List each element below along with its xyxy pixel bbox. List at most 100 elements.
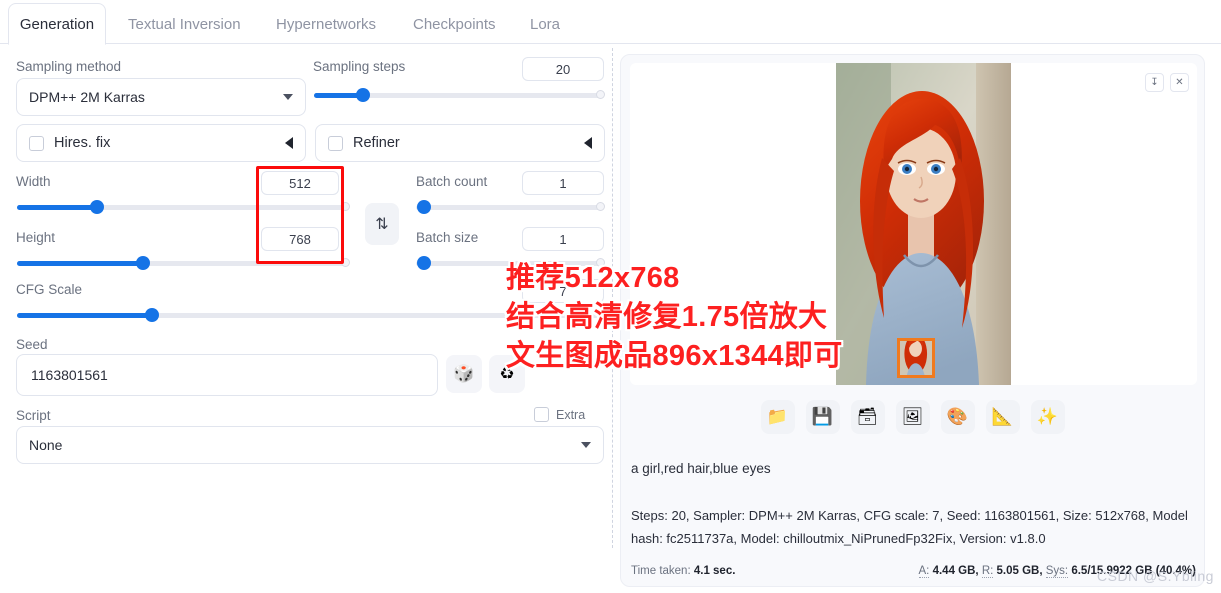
prompt-output-text: a girl,red hair,blue eyes <box>631 461 771 476</box>
send-to-extras-button[interactable]: 📐 <box>985 400 1020 434</box>
tab-bar: Generation Textual Inversion Hypernetwor… <box>0 0 1221 45</box>
slider-thumb[interactable] <box>416 200 431 214</box>
refiner-checkbox[interactable] <box>328 135 343 151</box>
extra-checkbox[interactable] <box>534 407 549 422</box>
hires-fix-checkbox[interactable] <box>29 135 44 151</box>
tab-label: Textual Inversion <box>128 15 241 33</box>
refiner-label: Refiner <box>353 135 400 151</box>
slider-fill <box>17 261 144 266</box>
slider-thumb[interactable] <box>416 256 431 270</box>
seed-label: Seed <box>16 337 48 352</box>
random-seed-button[interactable]: 🎲 <box>446 355 482 393</box>
tab-lora[interactable]: Lora <box>516 4 574 44</box>
triangle-left-icon <box>285 137 293 149</box>
output-toolbar: 📁 💾 🗃 🖼 🎨 📐 ✨ <box>621 400 1204 434</box>
height-slider[interactable] <box>17 256 350 270</box>
stable-diffusion-webui: Generation Textual Inversion Hypernetwor… <box>0 0 1221 593</box>
slider-fill <box>17 313 152 318</box>
refiner-accordion[interactable]: Refiner <box>315 124 605 162</box>
dice-icon: 🎲 <box>453 364 475 383</box>
gallery-thumbnail[interactable] <box>897 338 935 378</box>
annotation-line-3: 文生图成品896x1344即可 <box>506 340 843 372</box>
script-select[interactable]: None <box>16 426 604 464</box>
slider-thumb[interactable] <box>356 88 371 102</box>
card-file-box-icon: 🗃 <box>856 407 879 426</box>
send-to-img2img-button[interactable]: 🖼 <box>895 400 930 434</box>
slider-end-cap <box>341 202 350 211</box>
extra-label: Extra <box>556 407 586 422</box>
slider-thumb[interactable] <box>89 200 104 214</box>
artist-palette-icon: 🎨 <box>946 407 969 426</box>
framed-picture-icon: 🖼 <box>901 407 924 426</box>
seed-value: 1163801561 <box>31 367 108 383</box>
generation-info-text: Steps: 20, Sampler: DPM++ 2M Karras, CFG… <box>631 508 1188 546</box>
download-icon: ↧ <box>1150 77 1159 88</box>
chevron-down-icon <box>581 442 591 448</box>
width-slider[interactable] <box>17 200 350 214</box>
script-label: Script <box>16 408 51 423</box>
image-action-buttons: ↧ ✕ <box>1145 73 1189 92</box>
tab-textual-inversion[interactable]: Textual Inversion <box>114 4 255 44</box>
save-zip-button[interactable]: 🗃 <box>850 400 885 434</box>
generated-image-render <box>836 63 1011 385</box>
annotation-line-2: 结合高清修复1.75倍放大 <box>506 301 828 333</box>
floppy-disk-icon: 💾 <box>811 407 834 426</box>
gallery-thumbnail-image <box>900 341 932 375</box>
cfg-scale-label: CFG Scale <box>16 282 83 297</box>
tab-label: Generation <box>19 15 95 33</box>
triangular-ruler-icon: 📐 <box>991 407 1014 426</box>
slider-end-cap <box>596 202 605 211</box>
batch-count-slider[interactable] <box>416 200 605 214</box>
script-value: None <box>29 437 63 453</box>
batch-size-label: Batch size <box>416 230 479 245</box>
tab-label: Lora <box>530 15 561 33</box>
save-button[interactable]: 💾 <box>805 400 840 434</box>
open-folder-button[interactable]: 📁 <box>760 400 795 434</box>
extra-seed-option[interactable]: Extra <box>534 407 585 422</box>
sampling-method-value: DPM++ 2M Karras <box>29 89 145 105</box>
tab-hypernetworks[interactable]: Hypernetworks <box>262 4 390 44</box>
slider-track <box>416 205 604 210</box>
slider-end-cap <box>596 90 605 99</box>
time-taken: Time taken: 4.1 sec. <box>631 565 735 577</box>
tab-label: Checkpoints <box>413 15 496 33</box>
mem-r-label: R: <box>981 565 994 578</box>
hires-fix-label: Hires. fix <box>54 135 111 151</box>
batch-count-value[interactable]: 1 <box>522 171 604 195</box>
height-value[interactable]: 768 <box>261 227 339 251</box>
chevron-down-icon <box>283 94 293 100</box>
time-taken-label: Time taken: <box>631 565 691 577</box>
swap-vertical-icon: ⇅ <box>375 216 389 233</box>
batch-size-value[interactable]: 1 <box>522 227 604 251</box>
sampling-method-select[interactable]: DPM++ 2M Karras <box>16 78 306 116</box>
tab-label: Hypernetworks <box>276 15 377 33</box>
sampling-steps-value[interactable]: 20 <box>522 57 604 81</box>
mem-a-label: A: <box>918 565 930 578</box>
enhance-button[interactable]: ✨ <box>1030 400 1065 434</box>
watermark: CSDN @S.Ybling <box>1097 568 1214 584</box>
width-label: Width <box>16 174 51 189</box>
tab-checkpoints[interactable]: Checkpoints <box>399 4 510 44</box>
batch-count-label: Batch count <box>416 174 488 189</box>
mem-sys-label: Sys: <box>1045 565 1069 578</box>
hires-fix-accordion[interactable]: Hires. fix <box>16 124 306 162</box>
seed-input[interactable]: 1163801561 <box>16 354 438 396</box>
swap-dimensions-button[interactable]: ⇅ <box>365 203 399 245</box>
time-taken-value: 4.1 sec. <box>693 565 736 577</box>
slider-end-cap <box>341 258 350 267</box>
sampling-steps-label: Sampling steps <box>313 59 406 74</box>
slider-thumb[interactable] <box>145 308 159 322</box>
sparkles-icon: ✨ <box>1036 407 1059 426</box>
mem-r-value: 5.05 GB, <box>996 565 1043 577</box>
close-image-button[interactable]: ✕ <box>1170 73 1189 92</box>
send-to-inpaint-button[interactable]: 🎨 <box>940 400 975 434</box>
sampling-method-label: Sampling method <box>16 59 122 74</box>
triangle-left-icon <box>584 137 592 149</box>
width-value[interactable]: 512 <box>261 171 339 195</box>
tab-generation[interactable]: Generation <box>8 3 106 45</box>
sampling-steps-slider[interactable] <box>314 88 605 102</box>
mem-a-value: 4.44 GB, <box>932 565 979 577</box>
download-image-button[interactable]: ↧ <box>1145 73 1164 92</box>
generated-image[interactable] <box>836 63 1011 385</box>
slider-thumb[interactable] <box>136 256 151 270</box>
